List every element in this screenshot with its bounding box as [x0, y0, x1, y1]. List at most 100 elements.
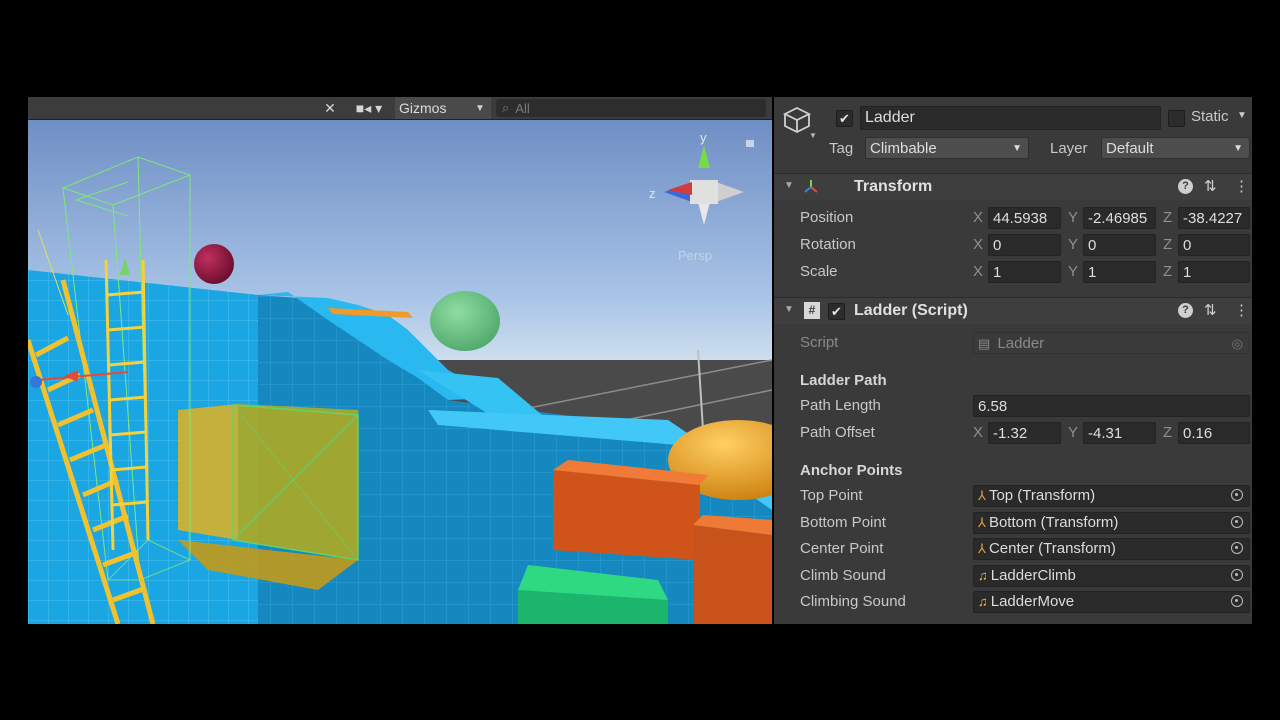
axis-x-label: X — [973, 209, 984, 226]
gizmo-axis-y: y — [700, 130, 707, 145]
scene-search-input[interactable]: ⌕ All — [496, 99, 766, 117]
rotation-y-field[interactable]: 0 — [1083, 234, 1156, 256]
center-point-field[interactable]: ⅄ Center (Transform) — [973, 538, 1250, 560]
scale-y-field[interactable]: 1 — [1083, 261, 1156, 283]
axis-y-label: Y — [1068, 424, 1079, 441]
scene-view[interactable]: ✕ ■◂ ▾ Gizmos ▼ ⌕ All y z Persp — [28, 97, 772, 624]
position-label: Position — [800, 209, 854, 226]
rotation-z-field[interactable]: 0 — [1178, 234, 1250, 256]
chevron-down-icon[interactable]: ▼ — [469, 97, 491, 119]
layer-value: Default — [1106, 140, 1154, 157]
more-icon[interactable]: ⋮ — [1234, 301, 1249, 319]
axis-x-label: X — [973, 424, 984, 441]
script-title: Ladder (Script) — [854, 302, 968, 319]
bottom-point-label: Bottom Point — [800, 514, 886, 531]
climb-sound-field[interactable]: ♫ LadderClimb — [973, 565, 1250, 587]
red-ball — [194, 244, 234, 284]
scene-viewport[interactable]: y z Persp — [28, 120, 772, 624]
position-x-field[interactable]: 44.5938 — [988, 207, 1061, 229]
axis-z-label: Z — [1163, 263, 1173, 280]
script-icon: # — [804, 302, 820, 319]
chevron-down-icon[interactable]: ▼ — [1237, 110, 1247, 121]
axis-z-label: Z — [1163, 209, 1173, 226]
center-point-label: Center Point — [800, 540, 884, 557]
rotation-x-field[interactable]: 0 — [988, 234, 1061, 256]
path-length-field[interactable]: 6.58 — [973, 395, 1250, 417]
position-z-field[interactable]: -38.4227 — [1178, 207, 1250, 229]
top-point-label: Top Point — [800, 487, 863, 504]
yellow-cube-front — [178, 404, 238, 540]
object-name-field[interactable]: Ladder — [860, 106, 1161, 130]
climbing-sound-field[interactable]: ♫ LadderMove — [973, 591, 1250, 613]
persp-label: Persp — [678, 248, 712, 263]
lock-icon — [746, 140, 754, 147]
transform-icon: ⅄ — [978, 515, 986, 530]
yellow-cube-side — [238, 404, 358, 560]
script-header[interactable]: ▼ # ✔ Ladder (Script) ? ⇅ ⋮ — [774, 297, 1252, 324]
transform-icon: ⅄ — [978, 488, 986, 503]
object-picker-icon[interactable] — [1231, 542, 1243, 554]
scale-x-field[interactable]: 1 — [988, 261, 1061, 283]
path-offset-label: Path Offset — [800, 424, 875, 441]
climbing-sound-value: LadderMove — [990, 593, 1075, 610]
object-picker-icon[interactable] — [1231, 516, 1243, 528]
object-picker-icon[interactable] — [1231, 569, 1243, 581]
axis-y-label: Y — [1068, 263, 1079, 280]
tools-icon[interactable]: ✕ — [318, 97, 342, 119]
gizmos-label: Gizmos — [399, 100, 447, 116]
active-checkbox[interactable]: ✔ — [836, 110, 853, 127]
transform-header[interactable]: ▼ Transform ? ⇅ ⋮ — [774, 173, 1252, 200]
script-label: Script — [800, 334, 839, 351]
scene-toolbar: ✕ ■◂ ▾ Gizmos ▼ ⌕ All — [28, 97, 772, 120]
script-file-icon: ▤ — [978, 336, 991, 351]
anchor-points-header: Anchor Points — [800, 462, 903, 479]
climbing-sound-label: Climbing Sound — [800, 593, 906, 610]
orange-box-2 — [693, 525, 772, 624]
chevron-down-icon: ▼ — [1012, 143, 1022, 154]
script-field: ▤ Ladder ◎ — [973, 332, 1250, 354]
transform-icon — [804, 180, 818, 193]
scale-z-field[interactable]: 1 — [1178, 261, 1250, 283]
gameobject-cube-icon — [782, 106, 812, 134]
orange-box-1 — [553, 470, 700, 560]
bottom-point-field[interactable]: ⅄ Bottom (Transform) — [973, 512, 1250, 534]
camera-icon[interactable]: ■◂ ▾ — [348, 97, 390, 119]
gizmos-button[interactable]: Gizmos ▼ — [395, 97, 491, 119]
position-y-field[interactable]: -2.46985 — [1083, 207, 1156, 229]
top-point-field[interactable]: ⅄ Top (Transform) — [973, 485, 1250, 507]
tag-dropdown[interactable]: Climbable ▼ — [865, 137, 1029, 159]
script-value: Ladder — [997, 335, 1045, 352]
object-picker-icon[interactable] — [1231, 489, 1243, 501]
layer-dropdown[interactable]: Default ▼ — [1101, 137, 1250, 159]
chevron-down-icon[interactable]: ▼ — [809, 131, 817, 140]
path-offset-x-field[interactable]: -1.32 — [988, 422, 1061, 444]
static-checkbox[interactable] — [1168, 110, 1185, 127]
audio-icon: ♫ — [978, 594, 988, 609]
more-icon[interactable]: ⋮ — [1234, 177, 1249, 195]
bottom-point-value: Bottom (Transform) — [988, 514, 1119, 531]
path-length-label: Path Length — [800, 397, 881, 414]
preset-icon[interactable]: ⇅ — [1204, 301, 1217, 319]
axis-z-label: Z — [1163, 424, 1173, 441]
tag-value: Climbable — [870, 140, 937, 157]
object-picker-icon: ◎ — [1231, 336, 1243, 351]
inspector-panel: ▼ ✔ Ladder Static ▼ Tag Climbable ▼ Laye… — [774, 97, 1252, 624]
foldout-arrow-icon[interactable]: ▼ — [784, 180, 794, 191]
preset-icon[interactable]: ⇅ — [1204, 177, 1217, 195]
search-icon: ⌕ — [502, 100, 510, 115]
object-picker-icon[interactable] — [1231, 595, 1243, 607]
scale-label: Scale — [800, 263, 838, 280]
path-offset-y-field[interactable]: -4.31 — [1083, 422, 1156, 444]
gizmo-axis-z: z — [649, 186, 656, 201]
green-ball — [430, 291, 500, 351]
axis-y-label: Y — [1068, 236, 1079, 253]
path-offset-z-field[interactable]: 0.16 — [1178, 422, 1250, 444]
top-point-value: Top (Transform) — [988, 487, 1096, 504]
help-icon[interactable]: ? — [1178, 179, 1193, 194]
static-label: Static — [1191, 108, 1229, 125]
transform-title: Transform — [854, 178, 933, 195]
script-enabled-checkbox[interactable]: ✔ — [828, 303, 845, 320]
foldout-arrow-icon[interactable]: ▼ — [784, 304, 794, 315]
help-icon[interactable]: ? — [1178, 303, 1193, 318]
rotation-label: Rotation — [800, 236, 856, 253]
